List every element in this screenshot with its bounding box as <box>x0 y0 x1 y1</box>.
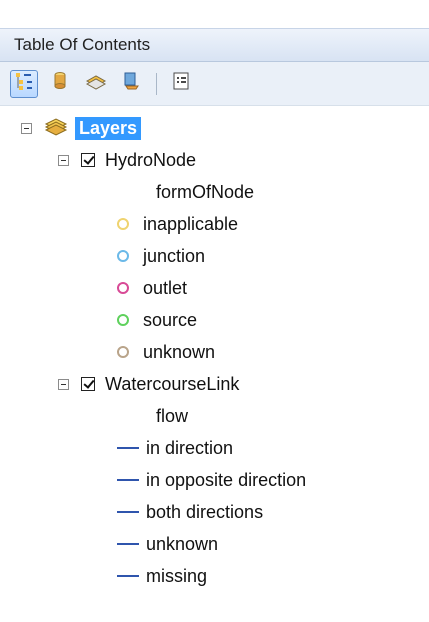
point-symbol-icon <box>117 282 129 294</box>
table-of-contents-panel: Table Of Contents Layers HydroNode formO… <box>0 0 429 622</box>
line-symbol-icon <box>117 575 139 577</box>
layer-name-hydronode[interactable]: HydroNode <box>105 151 196 169</box>
options-icon <box>170 70 192 97</box>
layer-visibility-icon <box>85 70 107 97</box>
collapse-watercourselink-icon[interactable] <box>58 378 69 390</box>
watercourselink-visibility-checkbox[interactable] <box>81 377 95 391</box>
top-spacer <box>0 0 429 28</box>
point-symbol-icon <box>117 314 129 326</box>
legend-item-in-opposite-direction: in opposite direction <box>117 466 306 494</box>
layers-label[interactable]: Layers <box>75 116 142 140</box>
point-symbol-icon <box>117 250 129 262</box>
line-symbol-icon <box>117 511 139 513</box>
hydronode-field-row: formOfNode <box>156 178 254 206</box>
legend-item-junction: junction <box>117 242 205 270</box>
collapse-hydronode-icon[interactable] <box>58 154 69 166</box>
legend-item-inapplicable: inapplicable <box>117 210 238 238</box>
line-symbol-icon <box>117 543 139 545</box>
layer-name-watercourselink[interactable]: WatercourseLink <box>105 375 239 393</box>
watercourselink-field-row: flow <box>156 402 188 430</box>
hydronode-field-name: formOfNode <box>156 182 255 202</box>
tree-root-row[interactable]: Layers <box>21 114 142 142</box>
panel-title: Table Of Contents <box>14 35 151 54</box>
point-symbol-icon <box>117 218 129 230</box>
legend-label-both-directions: both directions <box>146 502 264 522</box>
point-symbol-icon <box>117 346 129 358</box>
options-button[interactable] <box>167 70 195 98</box>
legend-label-missing: missing <box>146 566 208 586</box>
legend-label-inapplicable: inapplicable <box>143 214 239 234</box>
legend-item-missing: missing <box>117 562 207 590</box>
legend-label-in-opposite-direction: in opposite direction <box>146 470 307 490</box>
legend-label-outlet: outlet <box>143 278 188 298</box>
list-by-selection-button[interactable] <box>118 70 146 98</box>
list-by-drawing-order-button[interactable] <box>10 69 38 98</box>
legend-label-unknown-flow: unknown <box>146 534 219 554</box>
legend-label-junction: junction <box>143 246 206 266</box>
legend-item-outlet: outlet <box>117 274 187 302</box>
toc-toolbar <box>0 62 429 106</box>
hydronode-visibility-checkbox[interactable] <box>81 153 95 167</box>
legend-item-unknown-flow: unknown <box>117 530 218 558</box>
watercourselink-field-name: flow <box>156 406 189 426</box>
database-source-icon <box>49 70 71 97</box>
legend-label-in-direction: in direction <box>146 438 234 458</box>
layer-row-hydronode[interactable]: HydroNode <box>58 146 196 174</box>
legend-item-unknown-node: unknown <box>117 338 215 366</box>
legend-item-source: source <box>117 306 197 334</box>
layer-tree: Layers HydroNode formOfNode inapplicable… <box>0 108 429 613</box>
legend-label-source: source <box>143 310 198 330</box>
selection-icon <box>121 70 143 97</box>
line-symbol-icon <box>117 479 139 481</box>
legend-item-in-direction: in direction <box>117 434 233 462</box>
list-by-drawing-order-icon <box>13 70 35 97</box>
line-symbol-icon <box>117 447 139 449</box>
panel-title-bar: Table Of Contents <box>0 28 429 62</box>
list-by-visibility-button[interactable] <box>82 70 110 98</box>
legend-item-both-directions: both directions <box>117 498 263 526</box>
layers-stack-icon <box>44 117 68 140</box>
collapse-layers-icon[interactable] <box>21 122 32 134</box>
layer-row-watercourselink[interactable]: WatercourseLink <box>58 370 239 398</box>
toolbar-separator <box>156 72 157 95</box>
legend-label-unknown-node: unknown <box>143 342 216 362</box>
list-by-source-button[interactable] <box>46 70 74 98</box>
